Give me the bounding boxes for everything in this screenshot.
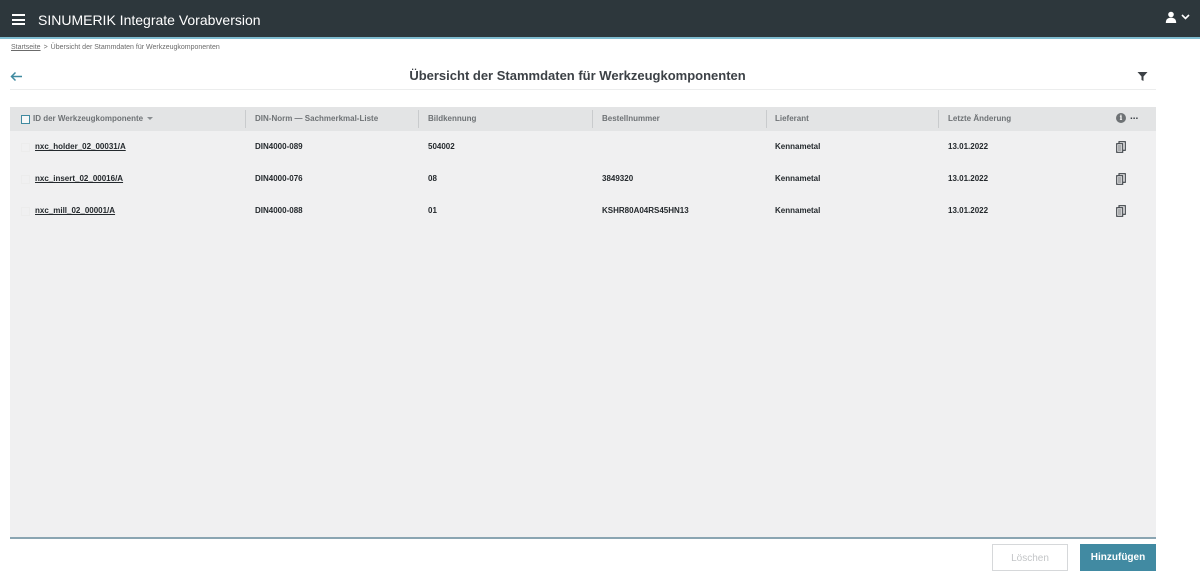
column-header-din[interactable]: DIN-Norm — Sachmerkmal-Liste: [255, 107, 378, 131]
din-cell: DIN4000-076: [255, 174, 303, 183]
top-bar: SINUMERIK Integrate Vorabversion: [0, 0, 1200, 39]
delete-button[interactable]: Löschen: [992, 544, 1068, 571]
hamburger-menu-icon[interactable]: [12, 14, 25, 25]
components-table: ID der Werkzeugkomponente DIN-Norm — Sac…: [10, 107, 1156, 537]
copy-button[interactable]: [1116, 140, 1126, 158]
breadcrumb-home-link[interactable]: Startseite: [11, 44, 41, 51]
breadcrumb-current: Übersicht der Stammdaten für Werkzeugkom…: [50, 44, 220, 51]
datum-cell: 13.01.2022: [948, 174, 989, 183]
bestellnummer-cell: 3849320: [602, 174, 634, 183]
add-button[interactable]: Hinzufügen: [1080, 544, 1156, 571]
select-all-checkbox[interactable]: [21, 115, 30, 124]
column-header-bestellnummer[interactable]: Bestellnummer: [602, 107, 660, 131]
copy-icon: [1116, 173, 1126, 185]
column-header-lieferant[interactable]: Lieferant: [775, 107, 809, 131]
din-cell: DIN4000-088: [255, 206, 303, 215]
lieferant-cell: Kennametal: [775, 174, 821, 183]
copy-icon: [1116, 205, 1126, 217]
chevron-down-icon: [1181, 14, 1190, 20]
column-header-bildkennung[interactable]: Bildkennung: [428, 107, 476, 131]
column-divider: [766, 110, 767, 128]
component-id-link[interactable]: nxc_holder_02_00031/A: [35, 132, 126, 162]
bildkennung-cell: 01: [428, 206, 437, 215]
filter-icon: [1137, 72, 1148, 81]
lieferant-cell: Kennametal: [775, 206, 821, 215]
table-row: nxc_holder_02_00031/A DIN4000-089 504002…: [10, 132, 1156, 162]
breadcrumb-separator: >: [43, 44, 48, 51]
din-cell: DIN4000-089: [255, 142, 303, 151]
column-header-letzte-aenderung[interactable]: Letzte Änderung: [948, 107, 1011, 131]
table-bottom-border: [10, 537, 1156, 539]
info-icon[interactable]: i: [1116, 113, 1126, 123]
bestellnummer-cell: KSHR80A04RS45HN13: [602, 206, 689, 215]
copy-icon: [1116, 141, 1126, 153]
component-id-link[interactable]: nxc_mill_02_00001/A: [35, 196, 115, 226]
sort-caret-icon: [147, 117, 154, 121]
more-options-icon[interactable]: ...: [1130, 111, 1138, 122]
user-icon: [1165, 11, 1177, 23]
lieferant-cell: Kennametal: [775, 142, 821, 151]
column-header-id-label: ID der Werkzeugkomponente: [33, 114, 144, 123]
row-checkbox[interactable]: [21, 207, 30, 216]
column-divider: [418, 110, 419, 128]
datum-cell: 13.01.2022: [948, 206, 989, 215]
bildkennung-cell: 08: [428, 174, 437, 183]
column-header-id[interactable]: ID der Werkzeugkomponente: [33, 107, 154, 131]
breadcrumb: Startseite > Übersicht der Stammdaten für …: [11, 44, 220, 51]
user-menu-button[interactable]: [1165, 11, 1190, 23]
column-divider: [938, 110, 939, 128]
row-checkbox[interactable]: [21, 143, 30, 152]
column-divider: [245, 110, 246, 128]
copy-button[interactable]: [1116, 204, 1126, 222]
title-divider: [10, 89, 1156, 90]
table-row: nxc_insert_02_00016/A DIN4000-076 08 384…: [10, 164, 1156, 194]
page-title: Übersicht der Stammdaten für Werkzeugkom…: [409, 68, 746, 83]
row-checkbox[interactable]: [21, 175, 30, 184]
column-divider: [592, 110, 593, 128]
filter-button[interactable]: [1137, 69, 1148, 87]
copy-button[interactable]: [1116, 172, 1126, 190]
datum-cell: 13.01.2022: [948, 142, 989, 151]
table-header: ID der Werkzeugkomponente DIN-Norm — Sac…: [10, 107, 1156, 131]
table-row: nxc_mill_02_00001/A DIN4000-088 01 KSHR8…: [10, 196, 1156, 226]
app-title: SINUMERIK Integrate Vorabversion: [38, 12, 261, 28]
bildkennung-cell: 504002: [428, 142, 455, 151]
component-id-link[interactable]: nxc_insert_02_00016/A: [35, 164, 123, 194]
